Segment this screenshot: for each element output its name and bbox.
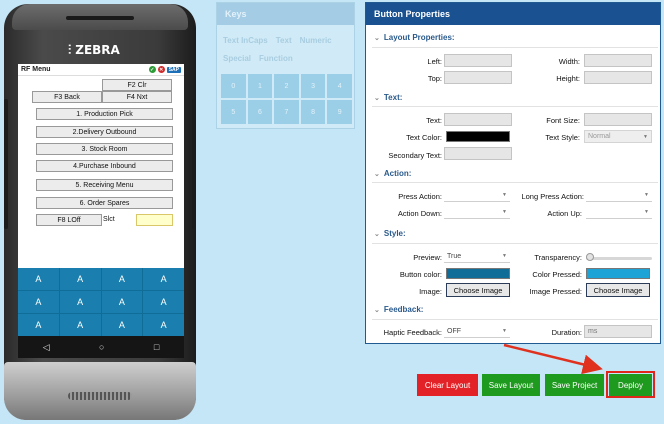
deploy-button[interactable]: Deploy bbox=[609, 374, 652, 396]
save-layout-button[interactable]: Save Layout bbox=[482, 374, 540, 396]
save-project-button[interactable]: Save Project bbox=[545, 374, 604, 396]
clear-layout-button[interactable]: Clear Layout bbox=[417, 374, 478, 396]
pointer-arrow-icon bbox=[503, 343, 603, 375]
